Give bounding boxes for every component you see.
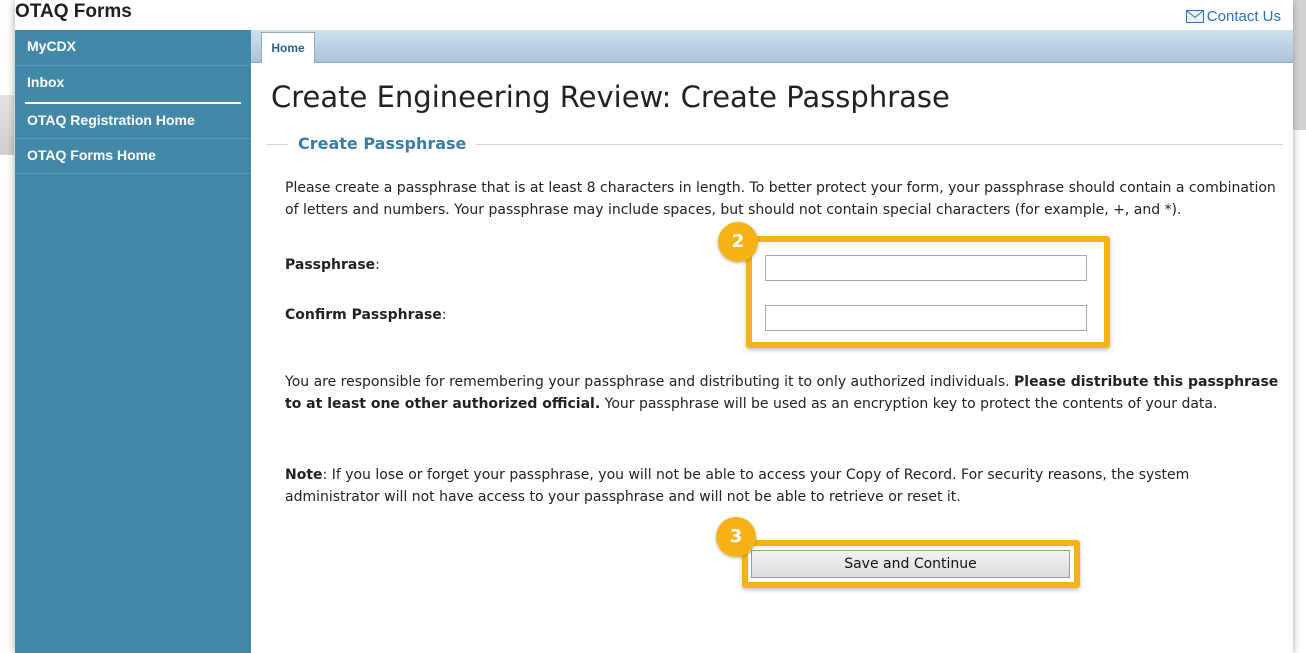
responsibility-text: You are responsible for remembering your… [285,371,1285,415]
note-label: Note [285,467,323,483]
confirm-passphrase-label-text: Confirm Passphrase [285,307,442,323]
sidebar-item-otaq-registration-home[interactable]: OTAQ Registration Home [15,104,251,139]
highlight-box-fields [746,236,1110,348]
background-artifact-left [0,95,14,155]
confirm-passphrase-label-colon: : [441,307,447,323]
intro-text: Please create a passphrase that is at le… [285,180,1276,218]
step-badge-3: 3 [716,517,756,557]
save-and-continue-button[interactable]: Save and Continue [751,550,1070,578]
passphrase-label-colon: : [375,257,380,273]
step-badge-2: 2 [718,222,758,262]
tab-bar: Home [251,30,1293,63]
sidebar-item-inbox[interactable]: Inbox [15,66,251,102]
note-body: : If you lose or forget your passphrase,… [285,467,1190,505]
confirm-passphrase-label: Confirm Passphrase: [285,307,447,323]
contact-us-label[interactable]: Contact Us [1207,8,1281,25]
page-title: Create Engineering Review: Create Passph… [271,80,950,114]
responsibility-text-start: You are responsible for remembering your… [285,374,1015,390]
sidebar: MyCDX Inbox OTAQ Registration Home OTAQ … [15,30,251,653]
header: OTAQ Forms Contact Us [15,0,1293,30]
sidebar-item-otaq-forms-home[interactable]: OTAQ Forms Home [15,139,251,174]
passphrase-label-text: Passphrase [285,257,376,273]
app-window: OTAQ Forms Contact Us MyCDX Inbox OTAQ R… [15,0,1293,653]
passphrase-label: Passphrase: [285,257,380,273]
responsibility-text-end: Your passphrase will be used as an encry… [600,396,1218,412]
app-title: OTAQ Forms [15,1,132,22]
tab-home[interactable]: Home [261,32,315,63]
main-content: Home Create Engineering Review: Create P… [251,30,1293,653]
contact-us-link[interactable]: Contact Us [1185,8,1281,25]
envelope-icon [1185,10,1204,23]
sidebar-item-mycdx[interactable]: MyCDX [15,30,251,66]
note-text: Note: If you lose or forget your passphr… [285,464,1285,508]
section-legend: Create Passphrase [288,134,477,153]
